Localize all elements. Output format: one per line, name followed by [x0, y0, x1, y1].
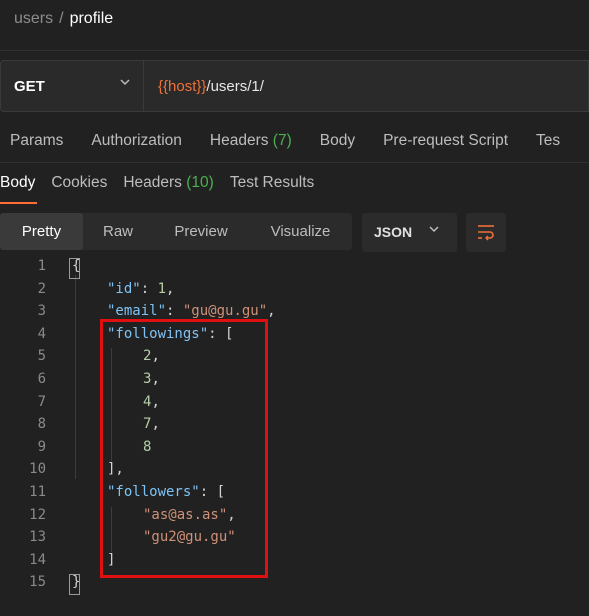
- url-bar: GET {{host}}/users/1/: [0, 60, 589, 112]
- line-number: 5: [37, 348, 46, 365]
- breadcrumb-collection[interactable]: users: [14, 10, 53, 27]
- bracket-match-box: [69, 574, 80, 596]
- tab-test-results[interactable]: Test Results: [230, 174, 314, 192]
- line-number: 6: [37, 371, 46, 387]
- line-number: 12: [29, 506, 46, 523]
- line-number: 4: [37, 325, 46, 342]
- chevron-down-icon: [119, 76, 131, 91]
- tab-body[interactable]: Body: [320, 132, 355, 150]
- line-number: 14: [29, 551, 46, 568]
- json-key: "email": [107, 303, 167, 320]
- line-number: 15: [29, 574, 46, 591]
- json-key: "id": [107, 280, 141, 297]
- response-tabs: Body Cookies Headers (10) Test Results: [0, 174, 330, 192]
- line-number: 3: [37, 303, 46, 320]
- url-path: /users/1/: [206, 78, 264, 95]
- breadcrumb-request[interactable]: profile: [70, 10, 114, 27]
- view-visualize-button[interactable]: Visualize: [249, 213, 352, 250]
- line-number: 2: [37, 280, 46, 297]
- tab-params[interactable]: Params: [10, 132, 63, 150]
- tab-response-body[interactable]: Body: [0, 174, 35, 192]
- breadcrumb: users / profile: [14, 10, 113, 28]
- line-number: 1: [37, 258, 46, 274]
- chevron-down-icon: [428, 223, 440, 238]
- line-number: 11: [29, 484, 46, 500]
- tab-response-headers[interactable]: Headers (10): [123, 174, 213, 192]
- format-label: JSON: [374, 224, 413, 240]
- view-pretty-button[interactable]: Pretty: [0, 213, 83, 250]
- method-label: GET: [14, 78, 45, 95]
- highlight-box: [100, 319, 268, 578]
- code-line: "email": "gu@gu.gu",: [107, 303, 276, 320]
- tab-tests[interactable]: Tes: [536, 132, 560, 150]
- line-number: 13: [29, 529, 46, 546]
- header-divider: [0, 50, 589, 51]
- json-value: 1: [157, 280, 167, 297]
- tab-pre-request-script[interactable]: Pre-request Script: [383, 132, 508, 150]
- format-select[interactable]: JSON: [362, 213, 457, 252]
- url-input[interactable]: {{host}}/users/1/: [144, 60, 589, 112]
- url-host-variable: {{host}}: [158, 78, 207, 95]
- json-value: "gu@gu.gu": [182, 303, 268, 320]
- tab-headers[interactable]: Headers (7): [210, 132, 292, 150]
- view-mode-switcher: Pretty Raw Preview Visualize: [0, 213, 352, 250]
- active-tab-indicator: [0, 202, 37, 204]
- response-headers-count: (10): [186, 174, 214, 191]
- line-number: 8: [37, 416, 46, 433]
- bracket-match-box: [69, 258, 80, 279]
- line-number: 10: [29, 461, 46, 478]
- wrap-lines-icon: [476, 223, 496, 245]
- headers-count: (7): [272, 132, 292, 149]
- tab-authorization[interactable]: Authorization: [91, 132, 181, 150]
- wrap-lines-button[interactable]: [466, 213, 506, 252]
- line-number: 9: [37, 438, 46, 455]
- view-raw-button[interactable]: Raw: [83, 213, 153, 250]
- breadcrumb-separator: /: [59, 10, 64, 27]
- view-preview-button[interactable]: Preview: [153, 213, 249, 250]
- indent-guide: [75, 275, 76, 480]
- tab-cookies[interactable]: Cookies: [51, 174, 107, 192]
- code-line: "id": 1,: [107, 280, 175, 297]
- request-tabs: Params Authorization Headers (7) Body Pre-re…: [10, 132, 588, 150]
- tabs-divider: [0, 162, 589, 163]
- method-select[interactable]: GET: [0, 60, 144, 112]
- line-number: 7: [37, 393, 46, 410]
